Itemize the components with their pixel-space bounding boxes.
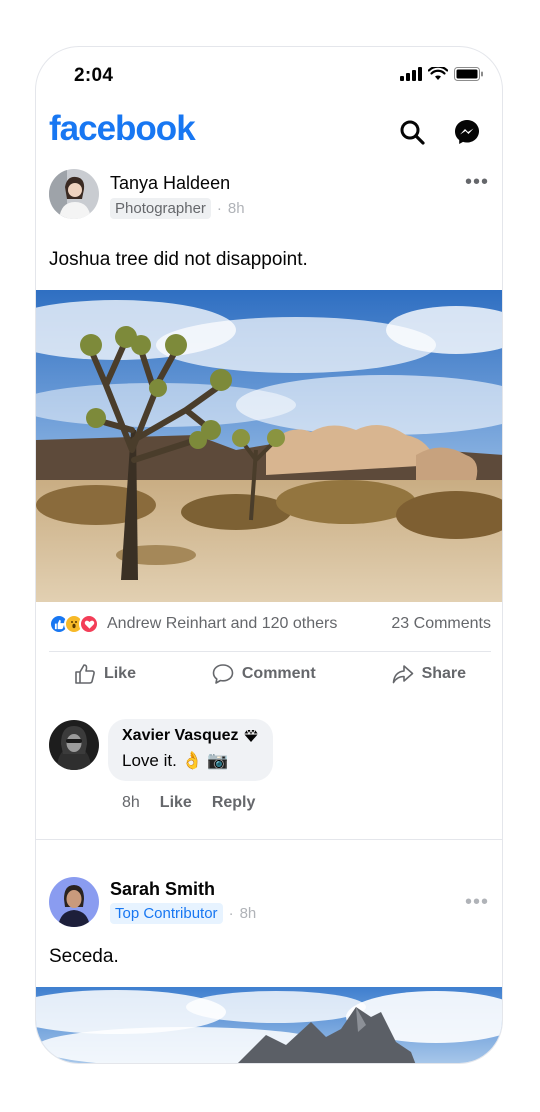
status-icons (400, 67, 484, 81)
more-options-icon[interactable]: ••• (465, 891, 489, 914)
post-meta: Top Contributor · 8h (110, 903, 256, 924)
post-actions: Like Comment Share (36, 663, 502, 685)
status-time: 2:04 (74, 65, 114, 86)
author-badge: Photographer (110, 198, 211, 219)
avatar[interactable] (49, 877, 99, 927)
phone-frame: 2:04 facebook Tanya Haldeen Photographer… (35, 46, 503, 1064)
share-button[interactable]: Share (392, 663, 466, 685)
facebook-logo[interactable]: facebook (49, 109, 196, 149)
diamond-badge-icon (243, 729, 258, 742)
post-caption: Joshua tree did not disappoint. (49, 249, 308, 270)
comment-text: Love it. 👌 📷 (122, 751, 229, 770)
dot-separator: · (216, 200, 222, 217)
commenter-name[interactable]: Xavier Vasquez (122, 727, 239, 745)
post-separator (36, 839, 502, 840)
reaction-icons (49, 614, 99, 634)
more-options-icon[interactable]: ••• (465, 171, 489, 194)
post-meta: Photographer · 8h (110, 198, 245, 219)
post-caption: Seceda. (49, 946, 119, 967)
divider (49, 651, 491, 652)
share-label: Share (421, 665, 467, 682)
post-author[interactable]: Sarah Smith (110, 879, 215, 900)
post-photo[interactable] (36, 290, 502, 602)
comment-meta: 8h Like Reply (122, 794, 255, 812)
commenter-name-row: Xavier Vasquez (122, 727, 259, 745)
search-icon[interactable] (397, 117, 427, 147)
reactions-text[interactable]: Andrew Reinhart and 120 others (107, 615, 337, 633)
comments-count[interactable]: 23 Comments (391, 615, 491, 633)
comment-time[interactable]: 8h (122, 794, 140, 812)
author-badge: Top Contributor (110, 903, 223, 924)
post-time[interactable]: 8h (240, 905, 257, 922)
post-time[interactable]: 8h (228, 200, 245, 217)
avatar[interactable] (49, 169, 99, 219)
comment-label: Comment (241, 665, 316, 682)
signal-icon (400, 67, 422, 81)
comment-icon (212, 664, 234, 684)
comment-button[interactable]: Comment (212, 663, 316, 685)
share-icon (392, 665, 413, 684)
battery-icon (454, 67, 483, 81)
like-button[interactable]: Like (74, 663, 136, 685)
post-photo[interactable] (36, 987, 502, 1063)
wifi-icon (428, 67, 448, 80)
love-reaction-icon (79, 614, 99, 634)
thumbs-up-icon (75, 664, 95, 684)
messenger-icon[interactable] (452, 117, 482, 147)
dot-separator: · (228, 905, 234, 922)
commenter-avatar[interactable] (49, 720, 99, 770)
comment-bubble[interactable]: Xavier Vasquez Love it. 👌 📷 (108, 719, 273, 781)
post-author[interactable]: Tanya Haldeen (110, 173, 230, 194)
reactions-summary[interactable]: Andrew Reinhart and 120 others 23 Commen… (49, 614, 491, 634)
like-label: Like (103, 665, 136, 682)
comment-like-button[interactable]: Like (160, 794, 192, 812)
comment-reply-button[interactable]: Reply (212, 794, 256, 812)
